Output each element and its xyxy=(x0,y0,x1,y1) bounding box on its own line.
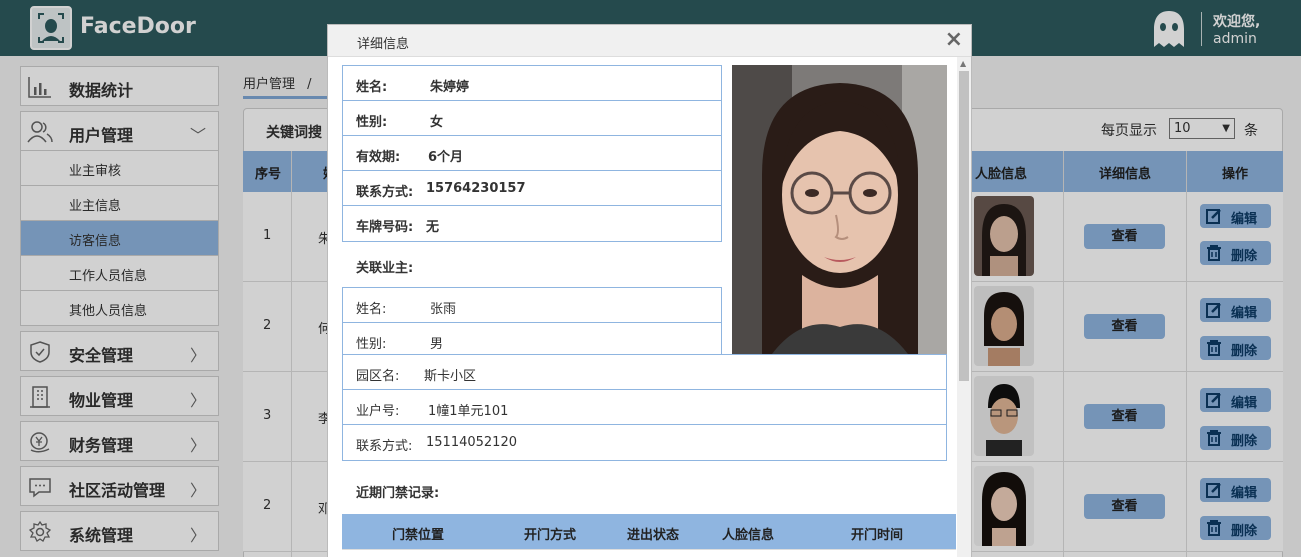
field-label: 联系方式: xyxy=(356,185,414,200)
owner-park-row: 园区名: 斯卡小区 xyxy=(343,355,946,390)
visitor-plate-row: 车牌号码: 无 xyxy=(343,206,721,241)
scroll-up-arrow-icon[interactable]: ▲ xyxy=(960,59,966,68)
modal-title: 详细信息 xyxy=(357,37,410,52)
modal-scrollbar[interactable]: ▲ xyxy=(957,57,971,557)
field-value: 女 xyxy=(430,115,444,130)
th-open-method: 开门方式 xyxy=(524,528,577,543)
field-label: 姓名: xyxy=(356,302,387,317)
owner-unit-row: 业户号: 1幢1单元101 xyxy=(343,390,946,425)
owner-info-box: 姓名: 张雨 性别: 男 xyxy=(342,287,722,354)
field-value: 无 xyxy=(426,220,440,235)
th-open-time: 开门时间 xyxy=(851,528,904,543)
detail-modal: 详细信息 × 姓名: 朱婷婷 性别: 女 有效期: 6个月 联系方式: 15764230… xyxy=(327,24,972,557)
visitor-contact-row: 联系方式: 15764230157 xyxy=(343,171,721,206)
visitor-photo xyxy=(732,65,947,354)
visitor-name-row: 姓名: 朱婷婷 xyxy=(343,66,721,101)
field-value: 男 xyxy=(430,337,444,352)
field-value: 斯卡小区 xyxy=(424,369,477,384)
field-label: 姓名: xyxy=(356,80,388,95)
th-face-info: 人脸信息 xyxy=(722,528,775,543)
th-door-location: 门禁位置 xyxy=(392,528,445,543)
field-value: 15114052120 xyxy=(426,435,517,450)
records-table-row xyxy=(342,549,956,557)
owner-section-label: 关联业主: xyxy=(356,261,414,276)
field-label: 联系方式: xyxy=(356,439,413,454)
scrollbar-thumb[interactable] xyxy=(959,71,969,381)
close-icon[interactable]: × xyxy=(945,27,963,52)
owner-name-row: 姓名: 张雨 xyxy=(343,288,721,323)
field-value: 15764230157 xyxy=(426,181,526,196)
th-in-out-status: 进出状态 xyxy=(627,528,680,543)
modal-titlebar: 详细信息 × xyxy=(328,25,971,57)
field-label: 性别: xyxy=(356,337,387,352)
field-label: 有效期: xyxy=(356,150,401,165)
field-value: 朱婷婷 xyxy=(430,80,470,95)
visitor-gender-row: 性别: 女 xyxy=(343,101,721,136)
records-section-label: 近期门禁记录: xyxy=(356,486,440,501)
field-label: 园区名: xyxy=(356,369,400,384)
field-label: 性别: xyxy=(356,115,388,130)
field-label: 车牌号码: xyxy=(356,220,414,235)
owner-gender-row: 性别: 男 xyxy=(343,323,721,358)
records-table-header: 门禁位置 开门方式 进出状态 人脸信息 开门时间 xyxy=(342,514,956,549)
visitor-validity-row: 有效期: 6个月 xyxy=(343,136,721,171)
field-value: 张雨 xyxy=(430,302,457,317)
owner-contact-row: 联系方式: 15114052120 xyxy=(343,425,946,460)
owner-detail-box: 园区名: 斯卡小区 业户号: 1幢1单元101 联系方式: 15114052120 xyxy=(342,354,947,461)
visitor-info-box: 姓名: 朱婷婷 性别: 女 有效期: 6个月 联系方式: 15764230157 车牌号… xyxy=(342,65,722,242)
field-value: 1幢1单元101 xyxy=(428,404,509,419)
field-value: 6个月 xyxy=(428,150,464,165)
field-label: 业户号: xyxy=(356,404,400,419)
